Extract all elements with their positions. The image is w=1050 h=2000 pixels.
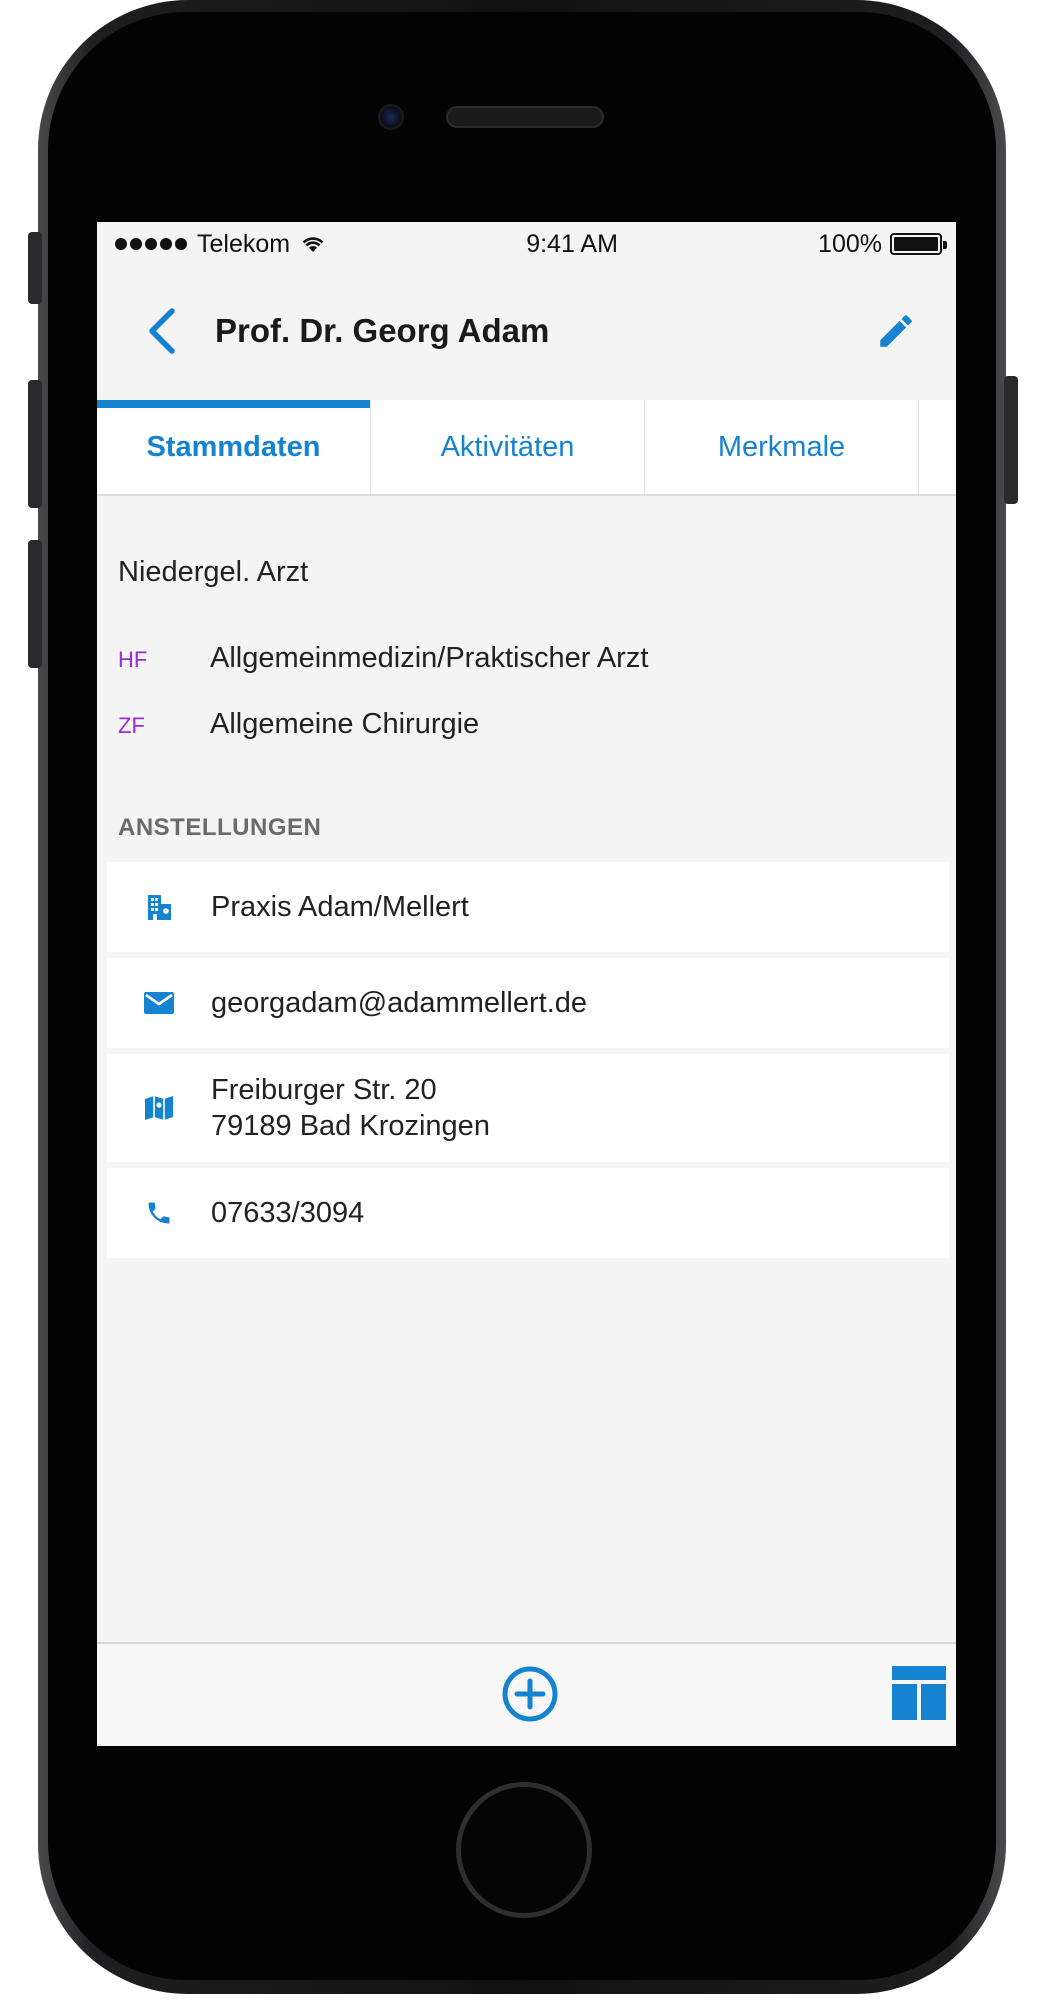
- list-item-email[interactable]: georgadam@adammellert.de: [107, 958, 949, 1048]
- battery-icon: [890, 233, 947, 255]
- volume-down-button: [28, 540, 42, 668]
- building-icon: [148, 895, 171, 920]
- phone-number: 07633/3094: [211, 1197, 365, 1229]
- address-street: Freiburger Str. 20: [211, 1074, 437, 1106]
- category-label: Niedergel. Arzt: [118, 556, 309, 588]
- home-button[interactable]: [456, 1782, 592, 1918]
- edit-button[interactable]: [866, 301, 926, 361]
- add-button[interactable]: [500, 1664, 560, 1724]
- back-button[interactable]: [127, 296, 197, 366]
- pencil-icon: [880, 315, 912, 347]
- navigation-bar: Prof. Dr. Georg Adam: [97, 288, 956, 374]
- map-icon: [145, 1096, 173, 1120]
- mail-icon: [144, 992, 174, 1014]
- phone-icon: [148, 1202, 170, 1224]
- status-time: 9:41 AM: [526, 229, 618, 258]
- address-text: Freiburger Str. 20 79189 Bad Krozingen: [211, 1072, 490, 1144]
- app-screen: Telekom 9:41 AM 100% Prof. Dr. Georg Ada…: [97, 222, 956, 1746]
- section-header-anstellungen: ANSTELLUNGEN: [118, 814, 322, 841]
- carrier-name: Telekom: [197, 229, 291, 258]
- email-address: georgadam@adammellert.de: [211, 987, 588, 1019]
- specialty-label: Allgemeine Chirurgie: [210, 708, 480, 740]
- signal-dots-icon: [115, 238, 187, 250]
- tab-bar: Stammdaten Aktivitäten Merkmale: [97, 400, 956, 496]
- specialty-row: HF Allgemeinmedizin/Praktischer Arzt: [118, 642, 648, 675]
- specialty-label: Allgemeinmedizin/Praktischer Arzt: [210, 642, 649, 674]
- power-button: [1004, 376, 1018, 504]
- page-title: Prof. Dr. Georg Adam: [215, 312, 550, 349]
- battery-percent: 100%: [818, 229, 882, 258]
- tab-stammdaten[interactable]: Stammdaten: [97, 400, 371, 494]
- front-camera: [378, 104, 404, 130]
- list-item-practice[interactable]: Praxis Adam/Mellert: [107, 862, 949, 952]
- status-right: 100%: [818, 229, 947, 259]
- list-item-address[interactable]: Freiburger Str. 20 79189 Bad Krozingen: [107, 1054, 949, 1162]
- plus-circle-icon: [502, 1666, 558, 1722]
- wifi-icon: [302, 237, 324, 252]
- practice-name: Praxis Adam/Mellert: [211, 891, 469, 923]
- address-city: 79189 Bad Krozingen: [211, 1110, 490, 1142]
- mute-switch: [28, 232, 42, 304]
- specialty-code: ZF: [118, 713, 145, 738]
- specialty-row: ZF Allgemeine Chirurgie: [118, 708, 479, 741]
- status-left: Telekom: [115, 230, 326, 259]
- earpiece-speaker: [446, 106, 604, 128]
- tab-merkmale[interactable]: Merkmale: [645, 400, 919, 494]
- bottom-toolbar: [97, 1642, 956, 1746]
- chevron-left-icon: [149, 308, 175, 354]
- layout-icon: [892, 1666, 946, 1720]
- list-item-phone[interactable]: 07633/3094: [107, 1168, 949, 1258]
- specialty-code: HF: [118, 647, 148, 672]
- status-bar: Telekom 9:41 AM 100%: [97, 222, 956, 266]
- volume-up-button: [28, 380, 42, 508]
- tab-aktivitaeten[interactable]: Aktivitäten: [371, 400, 645, 494]
- layout-button[interactable]: [892, 1666, 946, 1720]
